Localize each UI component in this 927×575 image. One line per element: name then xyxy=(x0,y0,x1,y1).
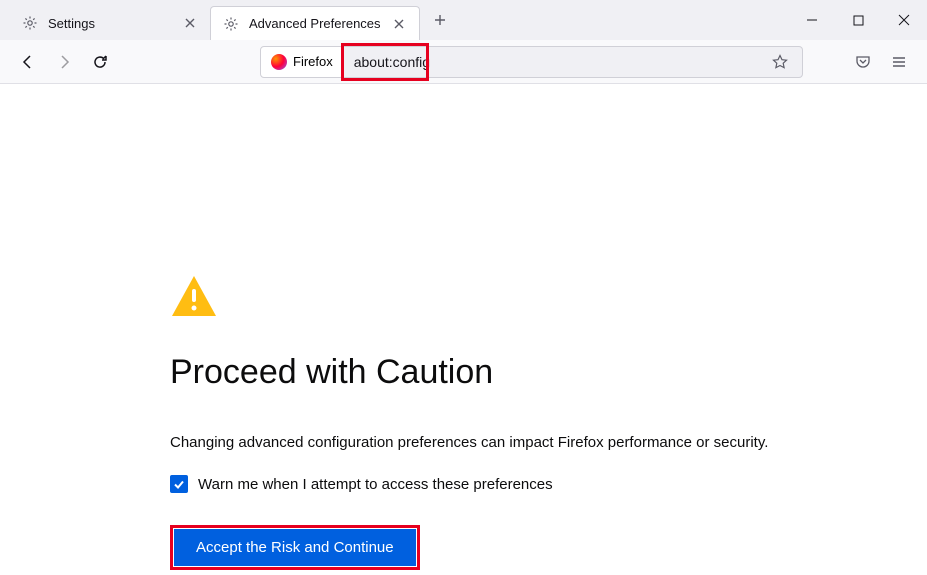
pocket-icon xyxy=(855,54,871,70)
app-menu-button[interactable] xyxy=(883,46,915,78)
tab-label: Advanced Preferences xyxy=(249,16,381,31)
close-icon xyxy=(898,14,910,26)
hamburger-icon xyxy=(891,54,907,70)
close-window-button[interactable] xyxy=(881,0,927,40)
tab-advanced-preferences[interactable]: Advanced Preferences xyxy=(210,6,420,40)
plus-icon xyxy=(433,13,447,27)
annotation-highlight: Accept the Risk and Continue xyxy=(170,525,420,570)
bookmark-button[interactable] xyxy=(768,50,792,74)
forward-button[interactable] xyxy=(48,46,80,78)
minimize-icon xyxy=(806,14,818,26)
page-title: Proceed with Caution xyxy=(170,353,827,392)
gear-icon xyxy=(223,16,239,32)
minimize-button[interactable] xyxy=(789,0,835,40)
tab-close-button[interactable] xyxy=(391,16,407,32)
warn-checkbox-row: Warn me when I attempt to access these p… xyxy=(170,475,827,493)
accept-risk-button[interactable]: Accept the Risk and Continue xyxy=(174,529,416,566)
tab-bar: Settings Advanced Preferences xyxy=(0,0,927,40)
checkmark-icon xyxy=(173,478,185,490)
reload-button[interactable] xyxy=(84,46,116,78)
maximize-icon xyxy=(853,15,864,26)
gear-icon xyxy=(22,15,38,31)
window-controls xyxy=(789,0,927,40)
identity-label: Firefox xyxy=(293,54,333,69)
arrow-right-icon xyxy=(56,54,72,70)
arrow-left-icon xyxy=(20,54,36,70)
url-bar[interactable]: about:config xyxy=(344,46,803,78)
content-area: Proceed with Caution Changing advanced c… xyxy=(0,84,927,570)
pocket-button[interactable] xyxy=(847,46,879,78)
warning-description: Changing advanced configuration preferen… xyxy=(170,434,827,451)
maximize-button[interactable] xyxy=(835,0,881,40)
identity-box[interactable]: Firefox xyxy=(260,46,344,78)
warning-icon xyxy=(170,274,827,323)
star-icon xyxy=(772,54,788,70)
url-text: about:config xyxy=(354,54,430,70)
reload-icon xyxy=(92,54,108,70)
close-icon xyxy=(393,18,405,30)
new-tab-button[interactable] xyxy=(426,6,454,34)
warn-checkbox-label: Warn me when I attempt to access these p… xyxy=(198,476,553,493)
back-button[interactable] xyxy=(12,46,44,78)
navigation-toolbar: Firefox about:config xyxy=(0,40,927,84)
firefox-logo-icon xyxy=(271,54,287,70)
tab-settings[interactable]: Settings xyxy=(10,6,210,40)
close-icon xyxy=(184,17,196,29)
tab-close-button[interactable] xyxy=(182,15,198,31)
tab-label: Settings xyxy=(48,16,95,31)
warn-checkbox[interactable] xyxy=(170,475,188,493)
